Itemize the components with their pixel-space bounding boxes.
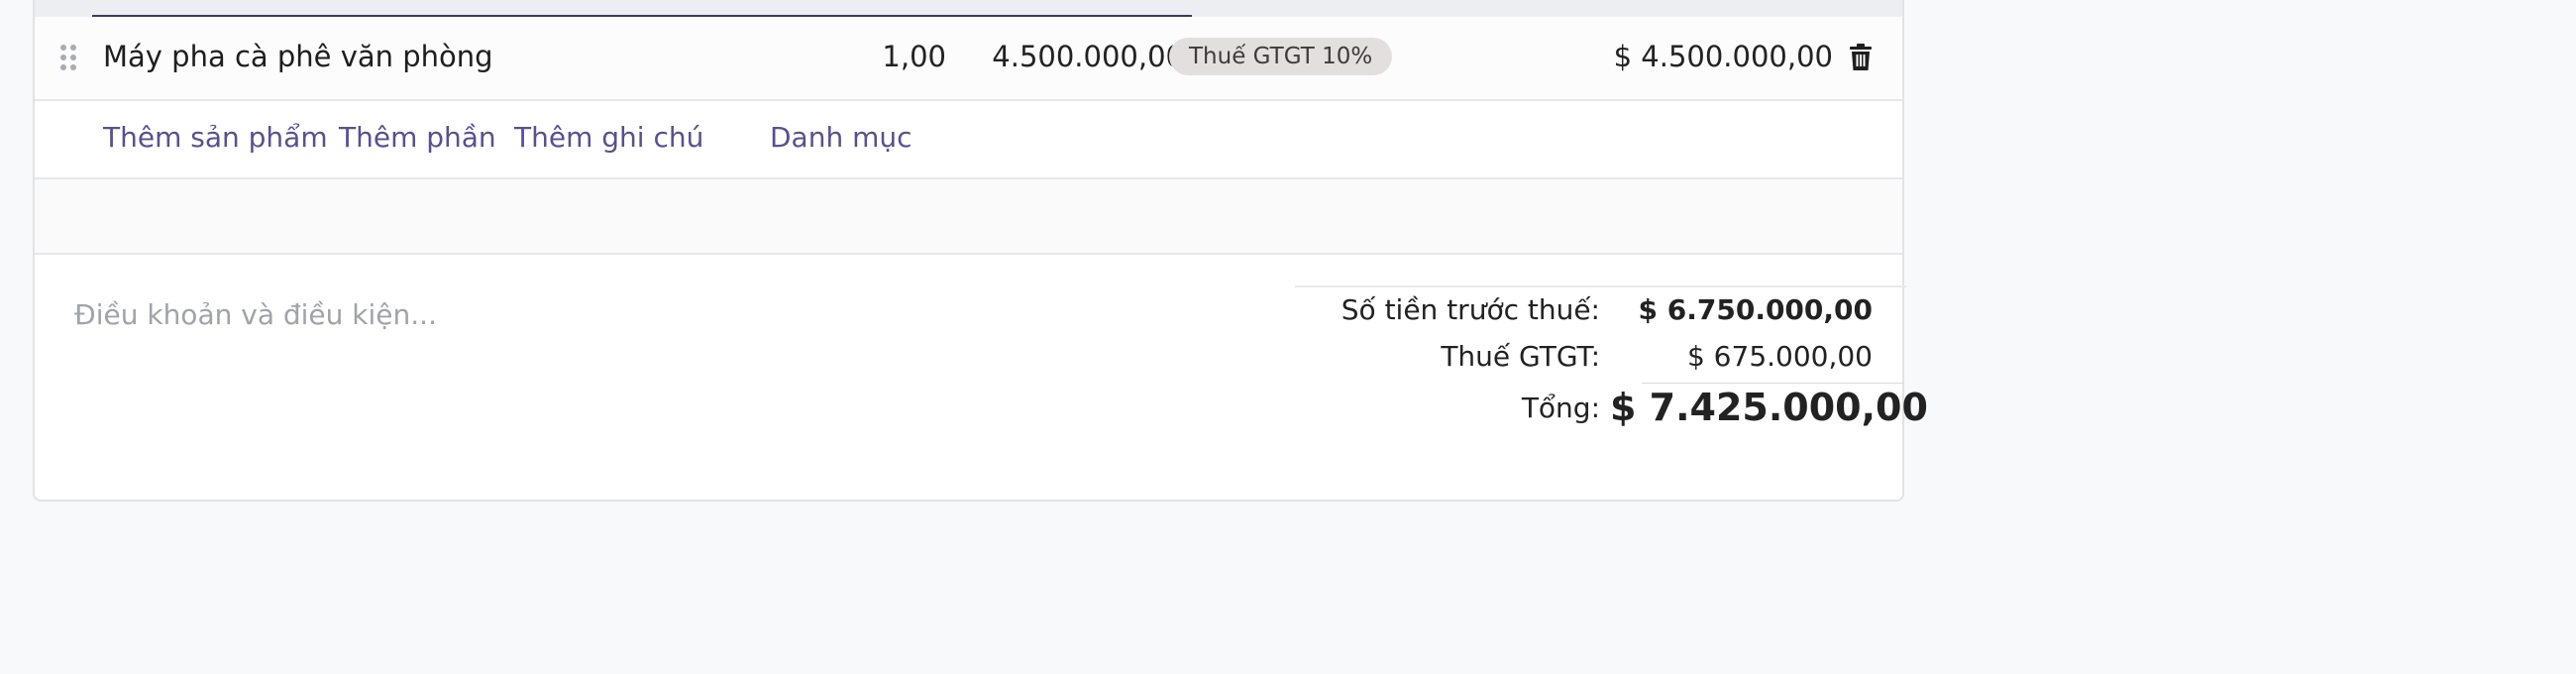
line-subtotal: $ 4.500.000,00: [1613, 40, 1833, 73]
untaxed-amount-label: Số tiền trước thuế:: [1341, 293, 1600, 326]
product-name[interactable]: Máy pha cà phê văn phòng: [103, 37, 493, 76]
tax-amount-value: $ 675.000,00: [1686, 340, 1873, 373]
quantity-cell[interactable]: 1,00: [847, 37, 946, 76]
terms-conditions-field[interactable]: Điều khoản và điều kiện...: [74, 295, 437, 335]
totals-divider: [1295, 285, 1906, 287]
add-line-actions: Thêm sản phẩm Thêm phần Thêm ghi chú Dan…: [35, 100, 1902, 179]
tax-badge[interactable]: Thuế GTGT 10%: [1169, 38, 1393, 75]
catalog-link[interactable]: Danh mục: [770, 118, 912, 158]
order-line-row[interactable]: Máy pha cà phê văn phòng 1,00 4.500.000,…: [35, 17, 1902, 101]
total-label: Tổng:: [1521, 392, 1600, 424]
untaxed-amount-value: $ 6.750.000,00: [1638, 293, 1873, 326]
trash-icon[interactable]: [1848, 44, 1874, 71]
drag-handle-icon[interactable]: [58, 43, 78, 72]
total-value: $ 7.425.000,00: [1610, 386, 1928, 429]
add-note-link[interactable]: Thêm ghi chú: [514, 118, 703, 158]
unit-price-cell[interactable]: 4.500.000,00: [961, 37, 1184, 76]
add-product-link[interactable]: Thêm sản phẩm: [103, 118, 328, 158]
tax-amount-label: Thuế GTGT:: [1441, 340, 1600, 373]
empty-line-row: [35, 179, 1902, 255]
add-section-link[interactable]: Thêm phần: [339, 118, 496, 158]
order-lines-panel: Máy pha cà phê văn phòng 1,00 4.500.000,…: [33, 0, 1928, 502]
